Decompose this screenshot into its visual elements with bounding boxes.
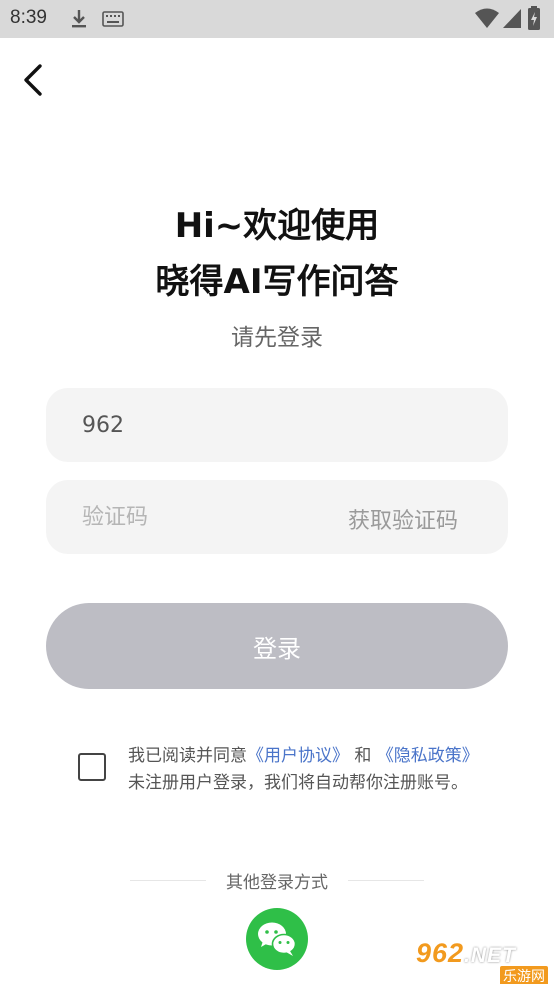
get-code-button[interactable]: 获取验证码 [348, 503, 458, 535]
page-title-line2: 晓得AI写作问答 [155, 262, 399, 302]
agreement-line2: 未注册用户登录，我们将自动帮你注册账号。 [128, 773, 468, 793]
agreement-line1: 我已阅读并同意《用户协议》 和 《隐私政策》 [128, 743, 479, 770]
page-title-line1: Hi~欢迎使用 [174, 206, 380, 246]
status-bar: 8:39 [0, 0, 554, 38]
wechat-icon [258, 922, 297, 956]
page-subtitle: 请先登录 [231, 325, 323, 351]
phone-input[interactable] [82, 388, 482, 462]
divider-right [348, 880, 424, 881]
wechat-login-button[interactable] [246, 908, 308, 970]
other-login-row: 其他登录方式 [130, 868, 424, 893]
battery-icon [528, 6, 540, 30]
verification-code-input[interactable] [82, 480, 312, 554]
back-button[interactable] [14, 60, 54, 100]
user-agreement-link[interactable]: 《用户协议》 [247, 746, 349, 766]
chevron-left-icon [24, 64, 42, 96]
watermark: 962.NET 乐游网 [416, 938, 552, 984]
download-icon [72, 10, 86, 28]
wifi-icon [475, 8, 499, 28]
login-button[interactable]: 登录 [46, 603, 508, 689]
agreement-and: 和 [354, 746, 372, 766]
phone-field [46, 388, 508, 462]
watermark-subtitle: 乐游网 [500, 966, 548, 984]
watermark-logo: 962.NET [416, 938, 516, 968]
privacy-policy-link[interactable]: 《隐私政策》 [377, 746, 479, 766]
signal-icon [503, 9, 521, 28]
keyboard-icon [102, 11, 124, 27]
status-time: 8:39 [10, 7, 47, 28]
agreement-prefix: 我已阅读并同意 [128, 746, 247, 766]
code-field: 获取验证码 [46, 480, 508, 554]
agreement-checkbox[interactable] [78, 753, 106, 781]
agreement-text: 我已阅读并同意《用户协议》 和 《隐私政策》 未注册用户登录，我们将自动帮你注册… [128, 743, 479, 797]
